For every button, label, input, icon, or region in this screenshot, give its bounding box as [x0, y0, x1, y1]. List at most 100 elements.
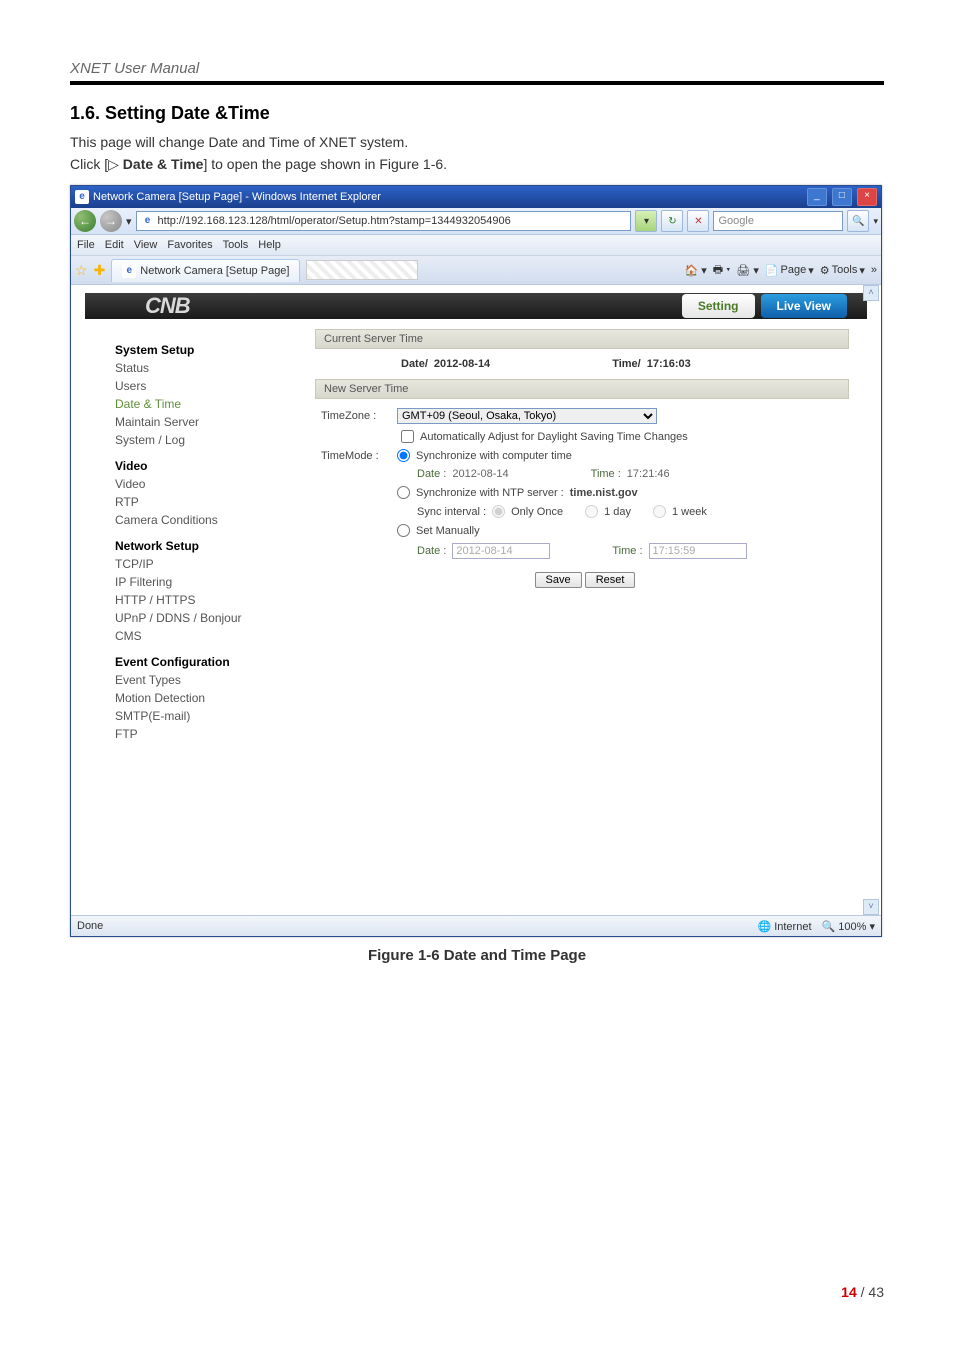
scroll-up-button[interactable]: ˄: [863, 285, 879, 301]
timezone-select[interactable]: GMT+09 (Seoul, Osaka, Tokyo): [397, 408, 657, 424]
nav-forward-button[interactable]: →: [100, 210, 122, 232]
search-box[interactable]: Google: [713, 211, 843, 231]
sidebar-item-tcpip[interactable]: TCP/IP: [115, 555, 315, 573]
radio-interval-once[interactable]: [492, 505, 505, 518]
status-zoom[interactable]: 🔍 100% ▾: [822, 920, 875, 933]
sidebar-item-smtp[interactable]: SMTP(E-mail): [115, 707, 315, 725]
current-time-label: Time/: [612, 358, 641, 370]
menu-favorites[interactable]: Favorites: [167, 239, 212, 251]
manual-date-label: Date :: [417, 545, 446, 557]
window-close-button[interactable]: ×: [857, 188, 877, 206]
sidebar-item-users[interactable]: Users: [115, 377, 315, 395]
sidebar-item-systemlog[interactable]: System / Log: [115, 431, 315, 449]
manual-date-input[interactable]: [452, 543, 550, 559]
go-dropdown-button[interactable]: ▾: [635, 210, 657, 232]
sidebar-item-maintain[interactable]: Maintain Server: [115, 413, 315, 431]
menu-tools[interactable]: Tools: [223, 239, 249, 251]
reset-button[interactable]: Reset: [585, 572, 636, 588]
page-menu[interactable]: 📄 Page ▾: [765, 264, 814, 277]
sidebar-item-datetime[interactable]: Date & Time: [115, 395, 315, 413]
manual-time-input[interactable]: [649, 543, 747, 559]
window-minimize-button[interactable]: _: [807, 188, 827, 206]
tab-label: Network Camera [Setup Page]: [140, 265, 289, 277]
sidebar-item-upnp-ddns[interactable]: UPnP / DDNS / Bonjour: [115, 609, 315, 627]
print-button[interactable]: 🖨 ▾: [736, 264, 759, 277]
window-titlebar: e Network Camera [Setup Page] - Windows …: [71, 186, 881, 208]
sidebar-item-status[interactable]: Status: [115, 359, 315, 377]
page-current: 14: [841, 1284, 857, 1300]
feeds-button[interactable]: 🖶 ▾: [713, 261, 731, 280]
dst-checkbox[interactable]: [401, 430, 414, 443]
url-text: http://192.168.123.128/html/operator/Set…: [158, 215, 511, 227]
radio-set-manually[interactable]: [397, 524, 410, 537]
search-placeholder: Google: [718, 215, 753, 227]
page-number: 14 / 43: [70, 1284, 884, 1300]
sidebar-item-event-types[interactable]: Event Types: [115, 671, 315, 689]
browser-tab[interactable]: e Network Camera [Setup Page]: [111, 259, 300, 282]
radio-sync-computer-label: Synchronize with computer time: [416, 450, 572, 462]
nav-back-button[interactable]: ←: [74, 210, 96, 232]
sidebar-group-network: Network Setup: [115, 539, 315, 553]
status-left: Done: [77, 920, 103, 932]
manual-time-label: Time :: [612, 545, 642, 557]
dst-label: Automatically Adjust for Daylight Saving…: [420, 431, 688, 443]
ntp-server-value: time.nist.gov: [570, 487, 638, 499]
sidebar-item-rtp[interactable]: RTP: [115, 493, 315, 511]
sync-interval-label: Sync interval :: [417, 506, 486, 518]
sidebar-item-cms[interactable]: CMS: [115, 627, 315, 645]
add-favorites-icon[interactable]: ✚: [94, 262, 106, 279]
radio-interval-day[interactable]: [585, 505, 598, 518]
tools-menu[interactable]: ⚙ Tools ▾: [820, 264, 865, 277]
timezone-label: TimeZone :: [321, 410, 391, 422]
blocked-image-placeholder: [306, 260, 418, 280]
sidebar-item-motion[interactable]: Motion Detection: [115, 689, 315, 707]
cnb-logo: CNB: [145, 293, 190, 319]
scroll-down-button[interactable]: ˅: [863, 899, 879, 915]
pc-date-label: Date :: [417, 468, 446, 480]
radio-manual-label: Set Manually: [416, 525, 480, 537]
sidebar-item-camera-conditions[interactable]: Camera Conditions: [115, 511, 315, 529]
stop-button[interactable]: ✕: [687, 210, 709, 232]
sidebar-group-video: Video: [115, 459, 315, 473]
click-instruction: Click [▷ Date & Time] to open the page s…: [70, 156, 884, 173]
home-button[interactable]: 🏠 ▾: [685, 264, 707, 277]
menu-file[interactable]: File: [77, 239, 95, 251]
nav-dropdown-icon[interactable]: ▾: [126, 215, 132, 228]
triangle-icon: ▷: [108, 156, 119, 172]
radio-sync-computer[interactable]: [397, 449, 410, 462]
sidebar-item-video[interactable]: Video: [115, 475, 315, 493]
browser-statusbar: Done 🌐 Internet 🔍 100% ▾: [71, 915, 881, 936]
page-total: 43: [868, 1284, 884, 1300]
tab-page-icon: e: [122, 264, 136, 278]
refresh-button[interactable]: ↻: [661, 210, 683, 232]
live-view-button[interactable]: Live View: [761, 294, 847, 318]
current-time-value: 17:16:03: [647, 358, 691, 370]
save-button[interactable]: Save: [535, 572, 582, 588]
click-suffix: ] to open the page shown in Figure 1-6.: [203, 156, 447, 172]
ie-icon: e: [75, 190, 89, 204]
radio-sync-ntp[interactable]: [397, 486, 410, 499]
radio-interval-week[interactable]: [653, 505, 666, 518]
menu-view[interactable]: View: [134, 239, 158, 251]
browser-navbar: ← → ▾ e http://192.168.123.128/html/oper…: [71, 208, 881, 235]
search-button[interactable]: 🔍: [847, 210, 869, 232]
sidebar-item-ipfiltering[interactable]: IP Filtering: [115, 573, 315, 591]
window-title: Network Camera [Setup Page] - Windows In…: [93, 191, 381, 203]
timemode-label: TimeMode :: [321, 450, 391, 462]
menu-edit[interactable]: Edit: [105, 239, 124, 251]
settings-panel: Current Server Time Date/ 2012-08-14 Tim…: [315, 329, 867, 743]
address-bar[interactable]: e http://192.168.123.128/html/operator/S…: [136, 211, 632, 231]
setting-button[interactable]: Setting: [682, 294, 755, 318]
sidebar-item-http-https[interactable]: HTTP / HTTPS: [115, 591, 315, 609]
current-date-label: Date/: [401, 358, 428, 370]
browser-window: e Network Camera [Setup Page] - Windows …: [70, 185, 882, 937]
sidebar: System Setup Status Users Date & Time Ma…: [85, 329, 315, 743]
sidebar-item-ftp[interactable]: FTP: [115, 725, 315, 743]
click-bold: Date & Time: [119, 156, 204, 172]
toolbar-chevron-icon[interactable]: »: [871, 264, 877, 276]
search-dropdown-icon[interactable]: ▾: [873, 216, 878, 227]
menu-help[interactable]: Help: [258, 239, 281, 251]
status-zone: 🌐 Internet: [757, 920, 811, 933]
favorites-star-icon[interactable]: ☆: [75, 262, 88, 279]
window-maximize-button[interactable]: □: [832, 188, 852, 206]
